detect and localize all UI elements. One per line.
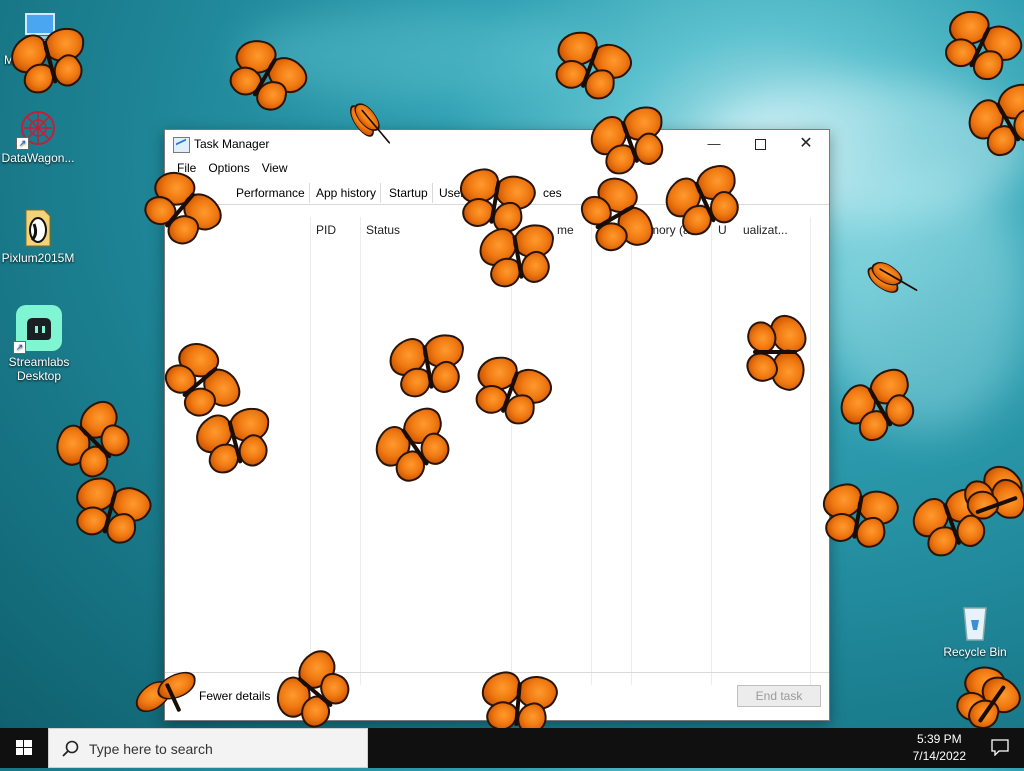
clock-time: 5:39 PM bbox=[916, 732, 962, 746]
system-clock[interactable]: 5:39 PM 7/14/2022 bbox=[913, 731, 966, 765]
desktop-icon-datawagon[interactable]: ↗ DataWagon... bbox=[0, 108, 76, 165]
recycle-bin-icon bbox=[955, 602, 995, 642]
tab-services[interactable]: ces bbox=[539, 183, 566, 203]
butterfly bbox=[930, 1, 1024, 93]
title-bar[interactable]: Task Manager — ✕ bbox=[165, 130, 829, 158]
pixlum-icon bbox=[18, 208, 58, 248]
column-header-name[interactable]: me bbox=[557, 223, 574, 237]
desktop-icon-streamlabs[interactable]: ↗ Streamlabs Desktop bbox=[1, 304, 77, 383]
action-center-button[interactable] bbox=[990, 738, 1010, 757]
desktop-icon-recycle-bin[interactable]: Recycle Bin bbox=[937, 602, 1013, 659]
butterfly bbox=[382, 329, 473, 406]
column-header-virtualization[interactable]: ualizat... bbox=[743, 223, 788, 237]
start-button[interactable] bbox=[0, 728, 48, 768]
clock-date: 7/14/2022 bbox=[912, 749, 966, 763]
maximize-icon bbox=[754, 139, 766, 151]
minimize-button[interactable]: — bbox=[691, 130, 737, 158]
desktop-icon-label: DataWagon... bbox=[1, 151, 75, 165]
close-icon: ✕ bbox=[799, 135, 813, 152]
window-title: Task Manager bbox=[194, 137, 270, 151]
end-task-button[interactable]: End task bbox=[737, 685, 821, 707]
tab-startup[interactable]: Startup bbox=[385, 183, 433, 203]
desktop-icon-pixlum[interactable]: Pixlum2015M bbox=[0, 208, 76, 265]
shortcut-arrow-icon: ↗ bbox=[13, 341, 26, 354]
column-divider bbox=[711, 217, 712, 685]
butterfly bbox=[63, 471, 157, 554]
column-header-status[interactable]: Status bbox=[366, 223, 400, 237]
butterfly bbox=[472, 219, 563, 296]
close-button[interactable]: ✕ bbox=[783, 130, 829, 158]
butterfly bbox=[742, 309, 811, 395]
column-divider bbox=[591, 217, 592, 685]
minimize-icon: — bbox=[707, 136, 721, 151]
desktop-icon-label: Pixlum2015M bbox=[1, 251, 75, 265]
task-manager-icon bbox=[173, 137, 190, 153]
search-placeholder: Type here to search bbox=[89, 741, 213, 757]
notification-icon bbox=[991, 739, 1009, 757]
taskbar: Type here to search 5:39 PM 7/14/2022 bbox=[0, 728, 1024, 768]
column-divider bbox=[310, 217, 311, 685]
column-divider bbox=[631, 217, 632, 685]
tab-performance[interactable]: Performance bbox=[232, 183, 310, 203]
butterfly bbox=[944, 655, 1024, 739]
menu-options[interactable]: Options bbox=[202, 158, 255, 180]
streamlabs-icon: ↗ bbox=[13, 304, 63, 354]
datawagon-icon: ↗ bbox=[16, 108, 58, 150]
butterfly bbox=[813, 479, 904, 556]
column-header-pid[interactable]: PID bbox=[316, 223, 336, 237]
maximize-button[interactable] bbox=[737, 130, 783, 158]
desktop-icon-label: Streamlabs Desktop bbox=[8, 355, 70, 383]
column-divider bbox=[360, 217, 361, 685]
menu-view[interactable]: View bbox=[256, 158, 294, 180]
search-icon bbox=[62, 740, 79, 757]
windows-logo-icon bbox=[16, 740, 32, 755]
taskbar-search-box[interactable]: Type here to search bbox=[48, 728, 368, 768]
column-divider bbox=[810, 217, 811, 685]
shortcut-arrow-icon: ↗ bbox=[16, 137, 29, 150]
tab-app-history[interactable]: App history bbox=[312, 183, 382, 203]
